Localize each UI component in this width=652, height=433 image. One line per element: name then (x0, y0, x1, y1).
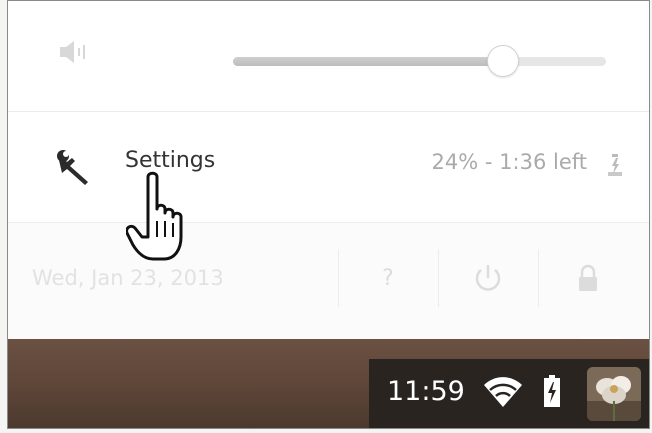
volume-slider-thumb[interactable] (486, 45, 519, 77)
settings-label[interactable]: Settings (125, 148, 215, 173)
wrench-icon (57, 150, 88, 185)
shelf: 11:59 (8, 339, 649, 428)
clock[interactable]: 11:59 (387, 376, 465, 407)
lock-button[interactable] (538, 253, 638, 305)
battery-status-text: 24% - 1:36 left (431, 150, 587, 174)
screenshot-frame: Settings 24% - 1:36 left Wed, Jan 23, 20… (7, 0, 650, 429)
system-tray-popup: Settings 24% - 1:36 left Wed, Jan 23, 20… (8, 1, 649, 339)
help-button[interactable]: ? (338, 253, 438, 305)
lock-icon (579, 264, 597, 291)
power-icon (475, 265, 501, 291)
avatar[interactable] (587, 367, 641, 421)
volume-slider[interactable] (233, 45, 606, 77)
wifi-icon[interactable] (482, 375, 524, 409)
shutdown-button[interactable] (438, 253, 538, 305)
bottom-row: Wed, Jan 23, 2013 ? (8, 223, 649, 339)
battery-charging-icon (608, 154, 622, 176)
volume-row (8, 1, 649, 111)
battery-icon[interactable] (543, 374, 561, 408)
volume-slider-fill (233, 57, 502, 66)
status-tray[interactable]: 11:59 (369, 359, 649, 428)
hand-cursor-icon (126, 171, 183, 261)
speaker-icon[interactable] (58, 39, 98, 65)
date-label[interactable]: Wed, Jan 23, 2013 (32, 266, 224, 290)
settings-row[interactable]: Settings 24% - 1:36 left (8, 112, 649, 222)
flower-avatar-image (587, 367, 641, 421)
